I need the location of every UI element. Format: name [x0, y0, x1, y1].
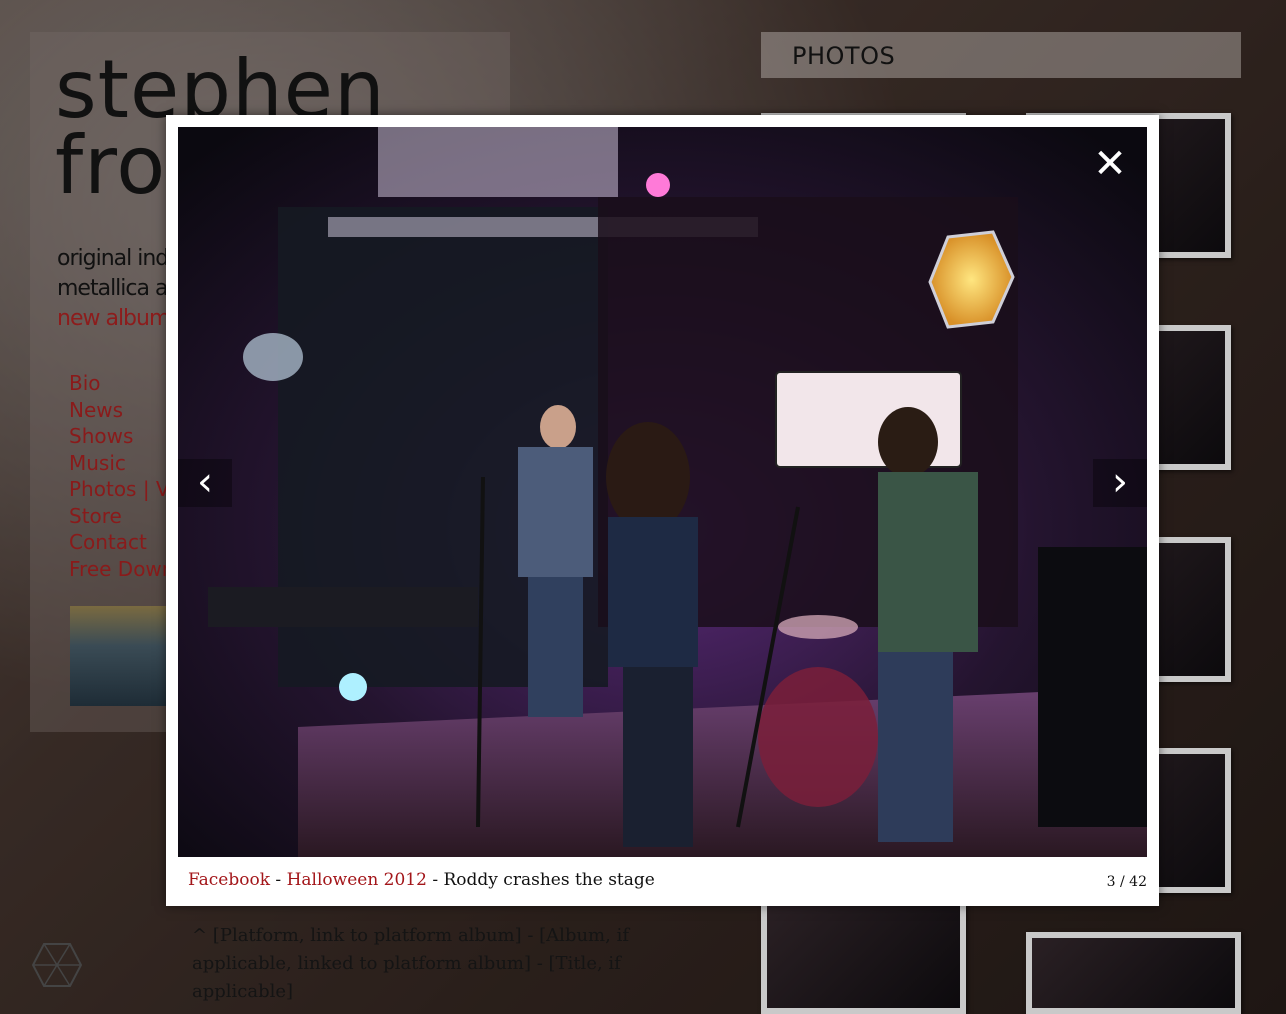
photo-lightbox: ‹ › ✕ Facebook - Halloween 2012 - Roddy … [166, 115, 1159, 906]
lightbox-close-button[interactable]: ✕ [1091, 144, 1129, 184]
lightbox-caption: Facebook - Halloween 2012 - Roddy crashe… [188, 870, 655, 890]
nav-item-store[interactable]: Store [69, 503, 175, 530]
chevron-left-icon: ‹ [197, 459, 213, 505]
nav-item-shows[interactable]: Shows [69, 423, 175, 450]
photo-thumbnail[interactable] [761, 900, 966, 1014]
nav-item-contact[interactable]: Contact [69, 529, 175, 556]
caption-title: Roddy crashes the stage [443, 870, 655, 890]
lightbox-previous-button[interactable]: ‹ [178, 459, 232, 507]
caption-separator: - [426, 870, 444, 890]
photos-header: PHOTOS [761, 32, 1241, 78]
new-album-link[interactable]: new album [57, 304, 180, 334]
chevron-right-icon: › [1112, 459, 1128, 505]
nav-item-news[interactable]: News [69, 397, 175, 424]
photos-header-title: PHOTOS [792, 42, 896, 70]
lightbox-counter: 3 / 42 [1106, 874, 1147, 890]
lightbox-photo: ‹ › ✕ [178, 127, 1147, 857]
caption-format-note: ^ [Platform, link to platform album] - [… [192, 925, 629, 1002]
photo-thumbnail[interactable] [1026, 932, 1241, 1014]
tagline-line1: original indi [57, 246, 174, 271]
nav-item-photos[interactable]: Photos | Vi [69, 476, 175, 503]
main-nav: Bio News Shows Music Photos | Vi Store C… [69, 370, 175, 582]
album-cover-thumbnail[interactable] [70, 606, 170, 706]
nav-item-music[interactable]: Music [69, 450, 175, 477]
caption-separator: - [270, 870, 287, 890]
nav-item-free-download[interactable]: Free Down [69, 556, 175, 583]
tagline: original indi metallica an new album [57, 244, 181, 334]
tagline-line2: metallica an [57, 276, 181, 301]
caption-album-link[interactable]: Halloween 2012 [287, 870, 427, 890]
caption-platform-link[interactable]: Facebook [188, 870, 270, 890]
hexagon-logo-icon[interactable] [32, 942, 82, 988]
lightbox-next-button[interactable]: › [1093, 459, 1147, 507]
close-icon: ✕ [1093, 141, 1127, 187]
nav-item-bio[interactable]: Bio [69, 370, 175, 397]
